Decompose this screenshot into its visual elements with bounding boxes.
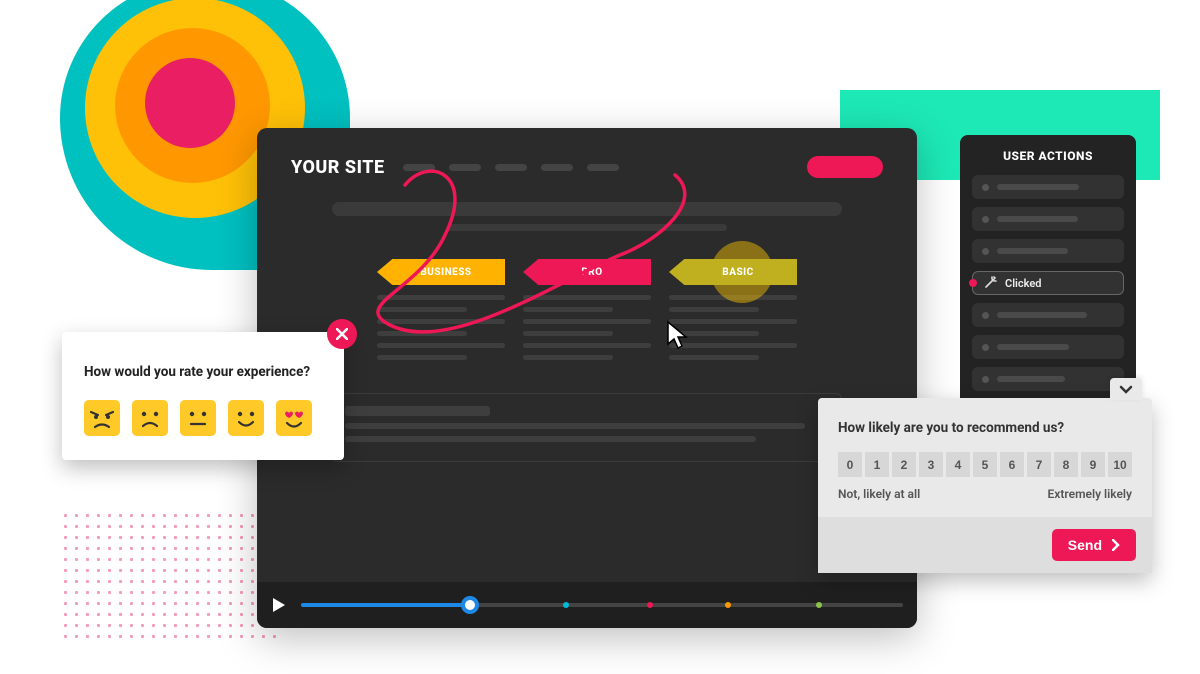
plan-tag-business: BUSINESS: [377, 259, 505, 285]
nps-score-10[interactable]: 10: [1108, 452, 1132, 477]
emoji-sad[interactable]: [132, 400, 168, 436]
action-clicked[interactable]: Clicked: [972, 271, 1124, 295]
playback-bar: [257, 582, 917, 628]
site-header: YOUR SITE: [291, 156, 883, 178]
nps-score-0[interactable]: 0: [838, 452, 862, 477]
nps-scale: 012345678910: [838, 452, 1132, 477]
rating-question: How would you rate your experience?: [84, 364, 322, 380]
cta-button[interactable]: [807, 156, 883, 178]
nps-score-2[interactable]: 2: [892, 452, 916, 477]
timeline-marker[interactable]: [816, 602, 822, 608]
nps-score-3[interactable]: 3: [919, 452, 943, 477]
nps-score-1[interactable]: 1: [865, 452, 889, 477]
timeline-marker[interactable]: [563, 602, 569, 608]
emoji-angry[interactable]: [84, 400, 120, 436]
timeline[interactable]: [301, 595, 903, 615]
nps-score-7[interactable]: 7: [1027, 452, 1051, 477]
nps-score-6[interactable]: 6: [1000, 452, 1024, 477]
play-button[interactable]: [271, 597, 287, 613]
close-button[interactable]: [327, 319, 357, 349]
scrubber-thumb[interactable]: [461, 596, 479, 614]
pricing-columns: BUSINESS PRO BASIC: [291, 259, 883, 367]
nps-question: How likely are you to recommend us?: [838, 420, 1132, 436]
nps-score-9[interactable]: 9: [1081, 452, 1105, 477]
hero-placeholder: [332, 202, 842, 231]
collapse-button[interactable]: [1110, 378, 1142, 400]
nps-score-4[interactable]: 4: [946, 452, 970, 477]
nps-label-low: Not, likely at all: [838, 487, 920, 501]
plan-pro[interactable]: PRO: [523, 259, 651, 367]
action-placeholder[interactable]: [972, 335, 1124, 359]
timeline-marker[interactable]: [725, 602, 731, 608]
action-placeholder[interactable]: [972, 303, 1124, 327]
site-title: YOUR SITE: [291, 157, 385, 178]
plan-business[interactable]: BUSINESS: [377, 259, 505, 367]
chevron-right-icon: [1112, 539, 1120, 551]
nps-label-high: Extremely likely: [1048, 487, 1132, 501]
action-placeholder[interactable]: [972, 175, 1124, 199]
nps-panel: How likely are you to recommend us? 0123…: [818, 398, 1152, 573]
nps-score-8[interactable]: 8: [1054, 452, 1078, 477]
emoji-neutral[interactable]: [180, 400, 216, 436]
plan-tag-pro: PRO: [523, 259, 651, 285]
emoji-happy[interactable]: [228, 400, 264, 436]
action-label: Clicked: [1005, 277, 1041, 290]
plan-tag-basic: BASIC: [669, 259, 797, 285]
send-button[interactable]: Send: [1052, 529, 1136, 561]
timeline-marker[interactable]: [647, 602, 653, 608]
cursor-icon: [666, 320, 692, 354]
decorative-dots: [60, 510, 280, 640]
emoji-love[interactable]: [276, 400, 312, 436]
actions-title: USER ACTIONS: [972, 149, 1124, 163]
wand-icon: [983, 276, 997, 290]
action-placeholder[interactable]: [972, 239, 1124, 263]
emoji-row: [84, 400, 322, 436]
rating-popup: How would you rate your experience?: [62, 332, 344, 460]
nav-placeholder: [403, 164, 789, 171]
user-actions-panel: USER ACTIONS Clicked: [960, 135, 1136, 413]
content-block: [332, 393, 842, 462]
action-placeholder[interactable]: [972, 207, 1124, 231]
action-placeholder[interactable]: [972, 367, 1124, 391]
nps-score-5[interactable]: 5: [973, 452, 997, 477]
